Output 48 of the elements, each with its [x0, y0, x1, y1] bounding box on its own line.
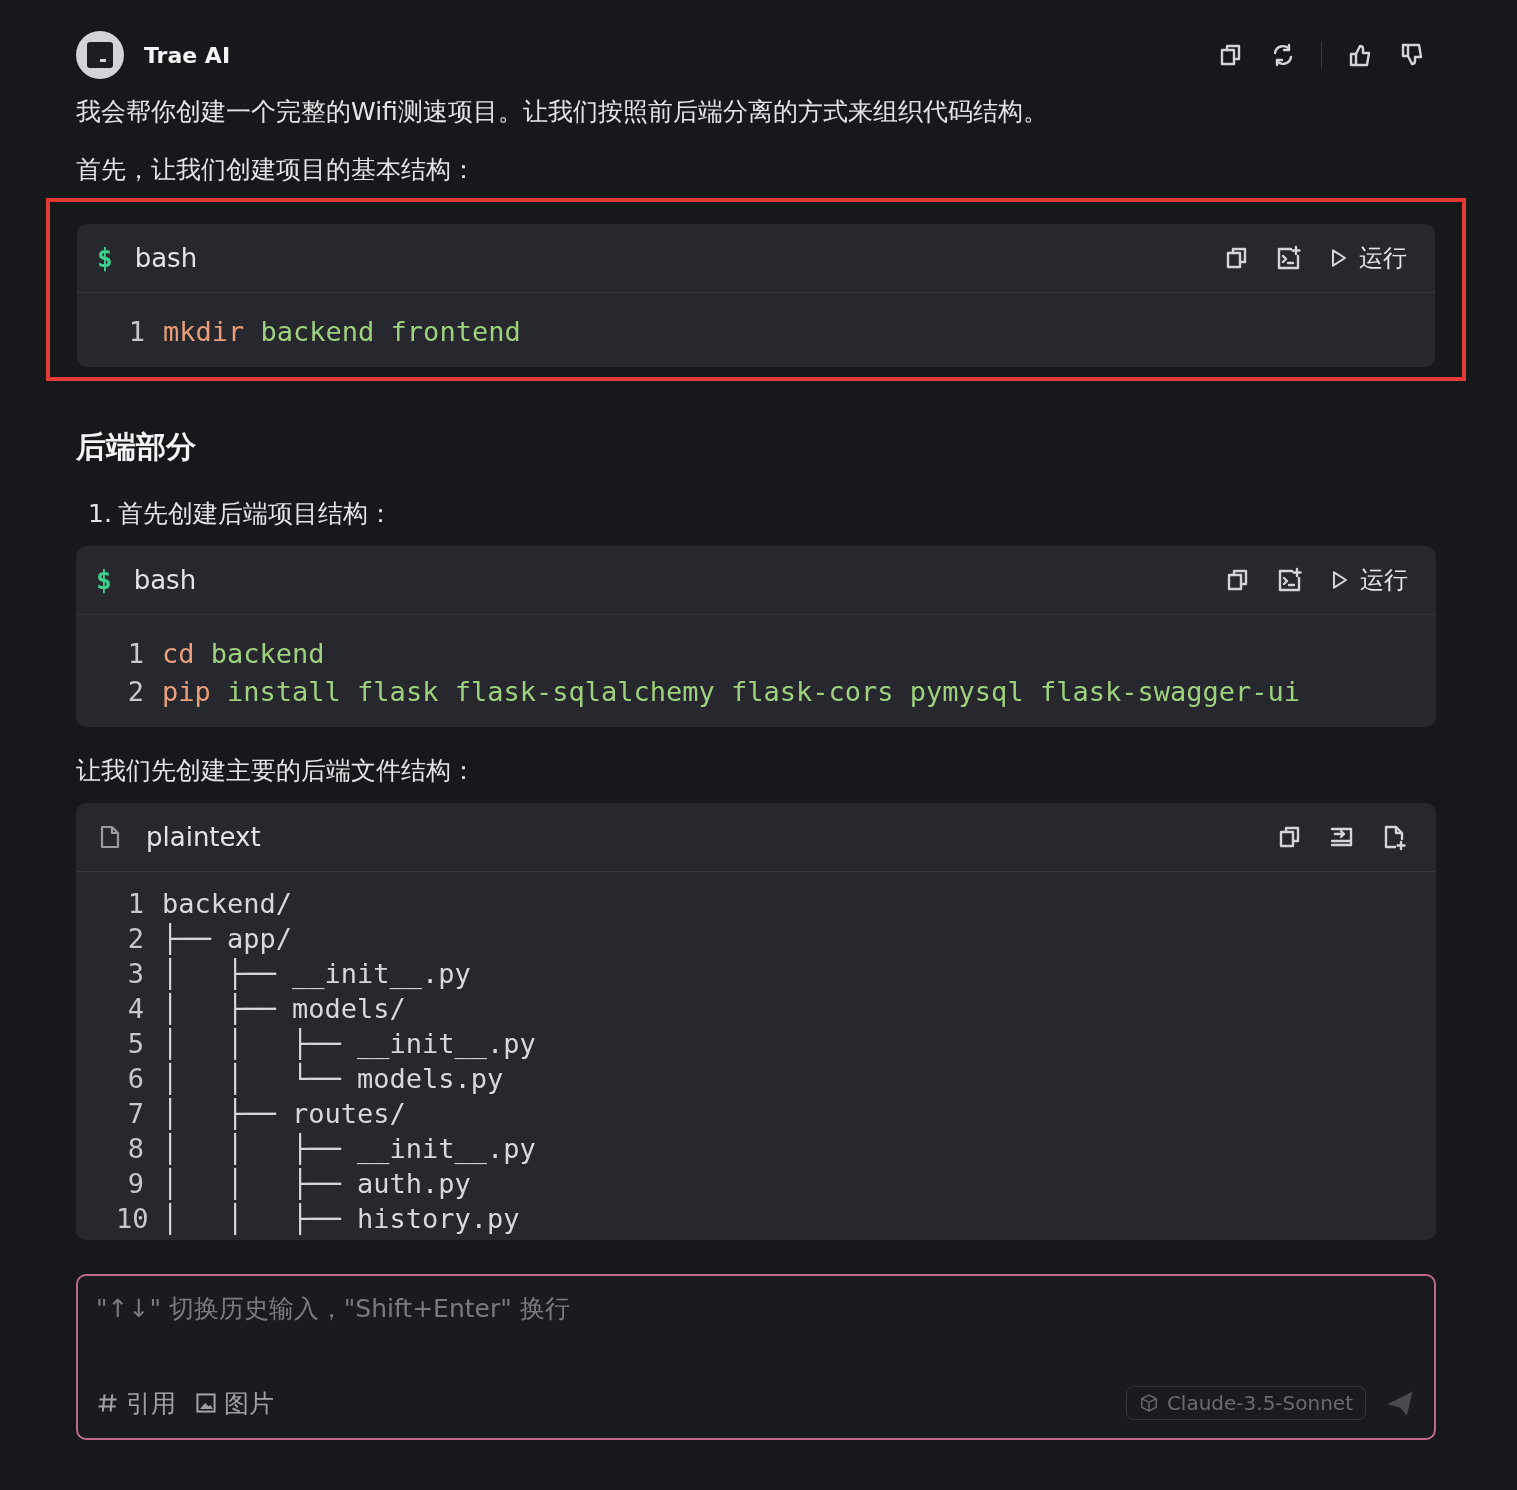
image-icon	[194, 1391, 218, 1415]
line-number: 1	[127, 315, 145, 349]
line-number: 2	[126, 675, 144, 709]
code-line: │ ├── routes/	[162, 1097, 406, 1131]
code-line: mkdir backend frontend	[163, 315, 521, 349]
terminal-plus-icon[interactable]	[1275, 244, 1303, 272]
image-button[interactable]: 图片	[194, 1386, 274, 1420]
line-number: 6	[126, 1062, 144, 1096]
message-text: 首先，让我们创建项目的基本结构：	[76, 154, 477, 186]
code-language: plaintext	[146, 822, 261, 852]
line-number: 3	[126, 957, 144, 991]
list-number: 1.	[88, 498, 112, 530]
run-button[interactable]: 运行	[1328, 564, 1408, 596]
code-line: │ │ └── models.py	[162, 1061, 504, 1096]
code-line: backend/	[162, 887, 293, 921]
run-button[interactable]: 运行	[1327, 242, 1407, 274]
terminal-plus-icon[interactable]	[1276, 566, 1304, 594]
code-line: │ │ ├── history.py	[162, 1202, 520, 1236]
code-line: ├── app/	[162, 922, 293, 956]
chat-input[interactable]: "↑↓" 切换历史输入，"Shift+Enter" 换行 引用 图片 Claude-3.5-Sonnet	[76, 1274, 1436, 1440]
assistant-name: Trae AI	[144, 42, 231, 68]
line-number: 9	[126, 1167, 144, 1201]
code-line: │ │ ├── __init__.py	[162, 1132, 536, 1166]
line-number: 5	[126, 1027, 144, 1061]
line-number: 4	[126, 992, 144, 1026]
code-line: cd backend	[162, 637, 325, 671]
list-item-text: 首先创建后端项目结构：	[117, 498, 393, 530]
code-line: │ ├── models/	[162, 992, 406, 1026]
code-line: │ │ ├── auth.py	[162, 1167, 471, 1201]
code-line: │ ├── __init__.py	[162, 957, 471, 991]
message-text: 让我们先创建主要的后端文件结构：	[76, 755, 477, 787]
line-number: 7	[126, 1097, 144, 1131]
code-language: bash	[133, 565, 197, 595]
reference-button[interactable]: 引用	[96, 1386, 176, 1420]
terminal-prompt-icon: $	[96, 565, 112, 595]
avatar	[76, 31, 124, 79]
section-heading: 后端部分	[76, 428, 197, 466]
code-line: pip install flask flask-sqlalchemy flask-cors pymysql flask-swagger-ui	[162, 675, 1300, 709]
code-line: │ │ ├── __init__.py	[162, 1027, 536, 1061]
line-number: 1	[126, 637, 144, 671]
message-text: 我会帮你创建一个完整的Wifi测速项目。让我们按照前后端分离的方式来组织代码结构。	[76, 96, 1049, 128]
line-number: 8	[126, 1132, 144, 1166]
line-number: 1	[126, 887, 144, 921]
hash-icon	[96, 1391, 120, 1415]
line-number: 2	[126, 922, 144, 956]
terminal-prompt-icon: $	[97, 243, 113, 273]
code-language: bash	[134, 243, 198, 273]
cube-icon	[1138, 1393, 1159, 1413]
